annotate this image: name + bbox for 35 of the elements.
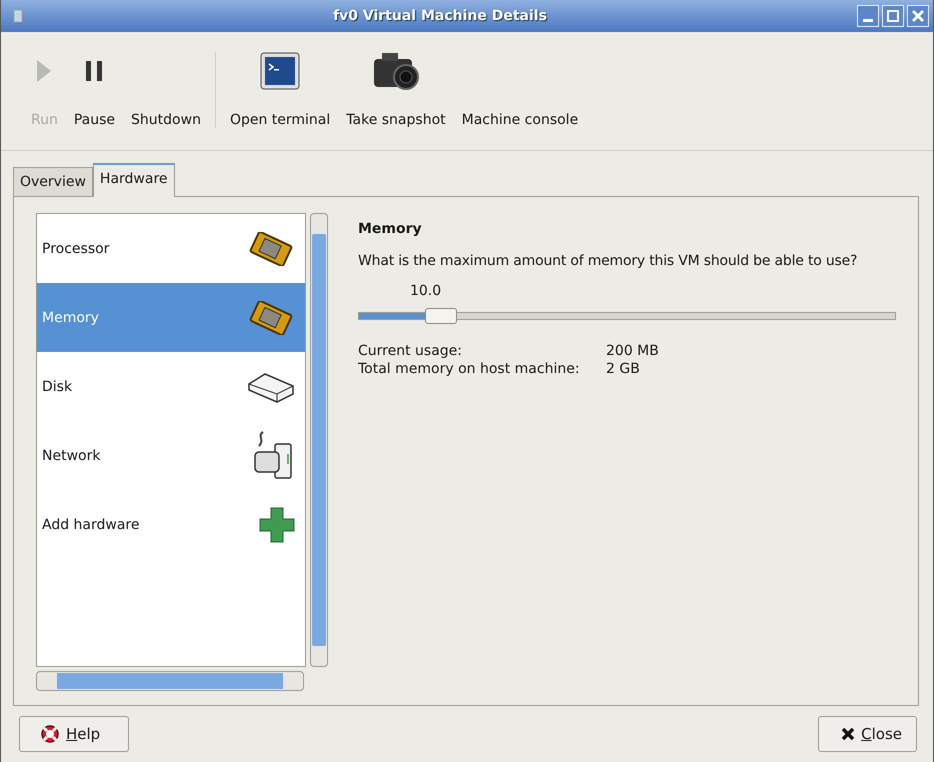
memory-slider[interactable]: 10.0 (358, 283, 896, 329)
close-icon (841, 727, 856, 741)
hardware-list-item[interactable]: Disk (37, 352, 305, 421)
app-icon (13, 9, 23, 23)
tab[interactable]: Overview (13, 167, 93, 196)
info-value: 2 GB (606, 361, 641, 377)
toolbar-button[interactable]: Pause (66, 38, 124, 150)
vertical-scrollbar[interactable] (310, 213, 328, 667)
toolbar-button[interactable]: Take snapshot (338, 38, 454, 150)
toolbar-button[interactable]: Machine console (454, 38, 586, 150)
lifebuoy-icon (40, 724, 60, 744)
toolbar-button[interactable]: Shutdown (123, 38, 209, 150)
dialog-button[interactable]: Close (818, 716, 917, 752)
horizontal-scrollbar[interactable] (36, 671, 304, 691)
toolbar-button[interactable]: Open terminal (222, 38, 338, 150)
slider-value: 10.0 (410, 283, 442, 299)
hardware-list-item[interactable]: Network (37, 421, 305, 490)
play-icon (37, 60, 52, 82)
question-text: What is the maximum amount of memory this VM should be able to use? (358, 253, 858, 269)
close-button[interactable] (907, 5, 929, 27)
info-label: Current usage: (358, 343, 463, 359)
plus-icon (259, 506, 295, 542)
minimize-button[interactable] (857, 5, 879, 27)
maximize-button[interactable] (882, 5, 904, 27)
hardware-list-item[interactable]: Add hardware (37, 490, 305, 559)
terminal-icon (260, 52, 300, 90)
info-label: Total memory on host machine: (358, 361, 581, 377)
pause-icon (86, 61, 102, 81)
info-value: 200 MB (606, 343, 659, 359)
window-title: fv0 Virtual Machine Details (332, 8, 548, 24)
dialog-button[interactable]: Help (19, 716, 129, 752)
hardware-list-item[interactable]: Processor (37, 214, 305, 283)
section-heading: Memory (358, 221, 423, 237)
tab[interactable]: Hardware (92, 163, 175, 197)
camera-icon (372, 51, 420, 91)
